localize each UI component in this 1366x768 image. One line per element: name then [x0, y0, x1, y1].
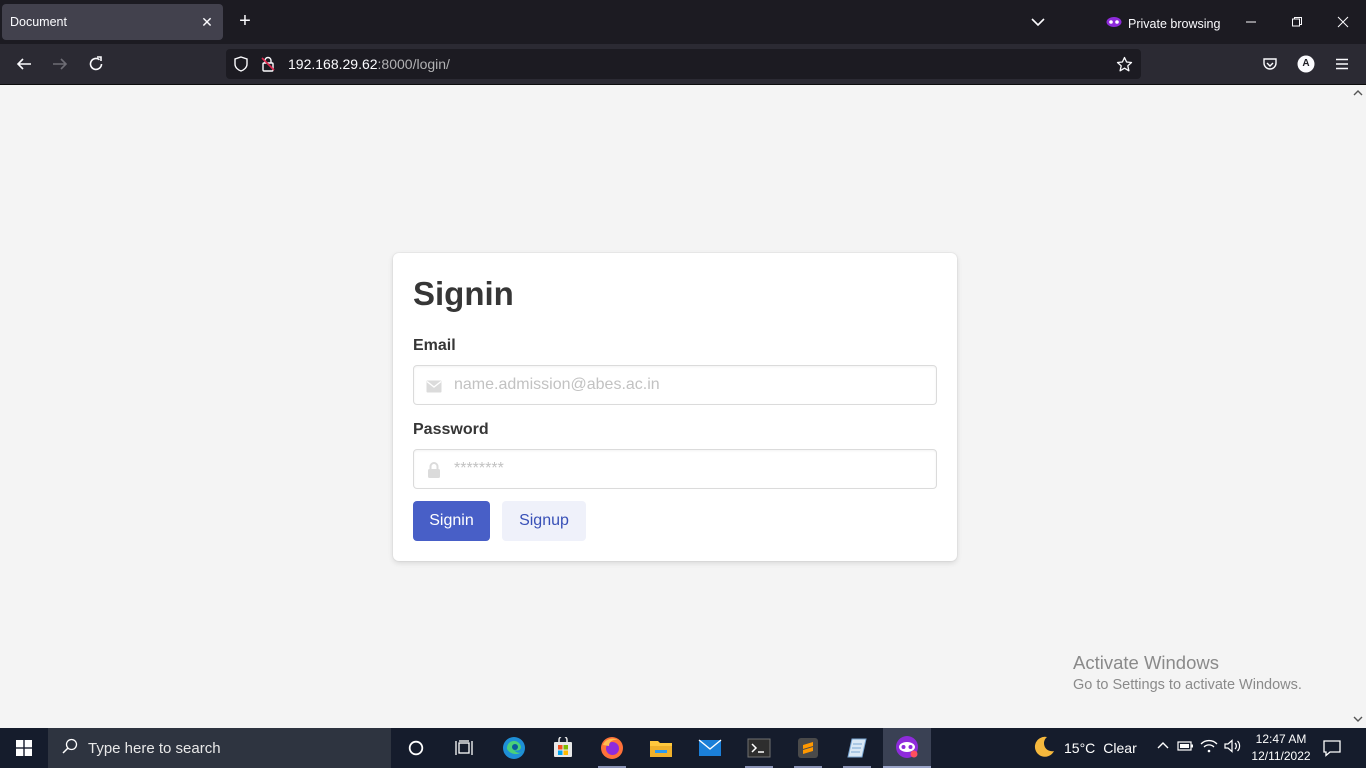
windows-taskbar: Type here to search 15°C Clear 12:47 AM … [0, 728, 1366, 768]
page-content: Signin Email Password Signin Signup [0, 85, 1350, 728]
signup-button[interactable]: Signup [502, 501, 586, 541]
weather-widget[interactable]: 15°C Clear [1032, 728, 1137, 768]
close-icon[interactable] [1333, 12, 1353, 32]
volume-icon[interactable] [1224, 738, 1242, 758]
activate-title: Activate Windows [1073, 652, 1219, 673]
search-placeholder: Type here to search [88, 739, 221, 757]
notepad-icon[interactable] [833, 728, 881, 768]
search-icon [62, 738, 78, 758]
clock-time: 12:47 AM [1255, 732, 1307, 746]
terminal-icon[interactable] [735, 728, 783, 768]
lock-insecure-icon[interactable] [260, 56, 276, 77]
shield-icon[interactable] [233, 56, 249, 77]
signin-button[interactable]: Signin [413, 501, 490, 541]
lock-icon [424, 460, 444, 480]
password-label: Password [413, 421, 489, 438]
account-avatar[interactable]: A [1296, 54, 1316, 74]
taskbar-clock[interactable]: 12:47 AM 12/11/2022 [1250, 731, 1312, 765]
url-path: :8000/login/ [377, 56, 450, 72]
forward-icon[interactable] [50, 54, 70, 74]
url-text[interactable]: 192.168.29.62:8000/login/ [288, 56, 450, 72]
new-tab-button[interactable]: + [235, 11, 255, 31]
email-field-wrapper [413, 365, 937, 405]
cortana-icon[interactable] [392, 728, 440, 768]
email-label: Email [413, 337, 456, 354]
task-view-icon[interactable] [440, 728, 488, 768]
private-browsing-label: Private browsing [1128, 16, 1221, 31]
store-icon[interactable] [539, 728, 587, 768]
sublime-icon[interactable] [784, 728, 832, 768]
tab-title: Document [10, 15, 67, 29]
activate-subtitle: Go to Settings to activate Windows. [1073, 677, 1302, 693]
browser-nav-bar: 192.168.29.62:8000/login/ A [0, 44, 1366, 85]
tab-close-icon[interactable]: ✕ [199, 14, 215, 31]
windows-start-icon[interactable] [0, 728, 48, 768]
weather-temp: 15°C [1064, 740, 1096, 756]
clock-date: 12/11/2022 [1251, 749, 1311, 763]
file-explorer-icon[interactable] [637, 728, 685, 768]
system-tray [1156, 728, 1242, 768]
weather-desc: Clear [1103, 740, 1137, 756]
url-host: 192.168.29.62 [288, 56, 378, 72]
taskbar-search[interactable]: Type here to search [48, 728, 391, 768]
wifi-icon[interactable] [1200, 739, 1218, 758]
private-browsing-indicator: Private browsing [1106, 14, 1220, 33]
account-initial: A [1302, 58, 1310, 69]
battery-icon[interactable] [1176, 739, 1194, 758]
minimize-icon[interactable] [1241, 12, 1261, 32]
chevron-down-icon[interactable] [1030, 14, 1046, 35]
firefox-private-icon[interactable] [883, 728, 931, 768]
password-field-wrapper [413, 449, 937, 489]
activate-windows-watermark: Activate Windows Go to Settings to activ… [1073, 652, 1302, 693]
page-scrollbar[interactable] [1350, 85, 1366, 728]
restore-icon[interactable] [1287, 12, 1307, 32]
edge-icon[interactable] [490, 728, 538, 768]
moon-icon [1032, 735, 1056, 762]
back-icon[interactable] [14, 54, 34, 74]
browser-tab[interactable]: Document ✕ [2, 4, 223, 40]
pocket-icon[interactable] [1260, 54, 1280, 74]
signin-card: Signin Email Password Signin Signup [393, 253, 957, 561]
firefox-icon[interactable] [588, 728, 636, 768]
menu-icon[interactable] [1332, 54, 1352, 74]
mail-icon[interactable] [686, 728, 734, 768]
scroll-up-icon[interactable] [1353, 88, 1363, 98]
page-title: Signin [413, 275, 514, 312]
star-icon[interactable] [1116, 56, 1133, 78]
tray-chevron-up-icon[interactable] [1156, 739, 1170, 758]
email-field[interactable] [454, 366, 924, 404]
url-bar[interactable]: 192.168.29.62:8000/login/ [226, 49, 1141, 79]
private-mask-icon [1106, 14, 1122, 33]
envelope-icon [424, 376, 444, 396]
browser-tab-bar: Document ✕ + Private browsing [0, 0, 1366, 44]
notification-icon[interactable] [1322, 738, 1342, 763]
scroll-down-icon[interactable] [1353, 714, 1363, 724]
reload-icon[interactable] [86, 54, 106, 74]
password-field[interactable] [454, 450, 924, 488]
